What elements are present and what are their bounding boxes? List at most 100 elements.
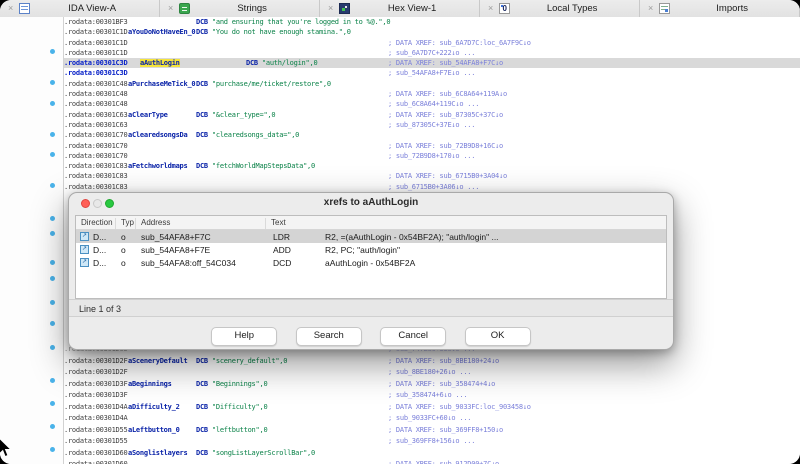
asm-line[interactable]: .rodata:00301D55; sub_369FF8+156↓o ... <box>64 436 800 448</box>
xref-direction-icon: ↗ <box>80 232 89 241</box>
asm-line[interactable]: .rodata:00301D2FaSceneryDefaultDCB"scene… <box>64 356 800 368</box>
asm-string: "fetchWorldMapStepsData",0 <box>212 162 315 170</box>
asm-line[interactable]: .rodata:00301C70aClearedsongsDaDCB"clear… <box>64 130 800 140</box>
asm-address: .rodata:00301C63 <box>64 120 128 130</box>
asm-line[interactable]: .rodata:00301D4A; sub_9033FC+60↓o ... <box>64 413 800 425</box>
asm-name[interactable]: aSceneryDefault <box>128 357 187 365</box>
asm-line[interactable]: .rodata:00301C63 ; sub_87305C+37E↓o ... <box>64 120 800 130</box>
xref-row[interactable]: ↗ D... o sub_54AFA8+F7C LDR R2, =(aAuthL… <box>76 230 666 243</box>
asm-xref-comment[interactable]: ; DATA XREF: sub_72B9D8+16C↓o <box>388 141 503 151</box>
asm-name[interactable]: aClearType <box>128 111 168 119</box>
asm-xref-comment[interactable]: ; sub_6C8A64+119C↓o ... <box>388 99 479 109</box>
asm-xref-comment[interactable]: ; sub_72B9D8+170↓o ... <box>388 151 475 161</box>
dialog-button[interactable]: Help <box>211 327 277 346</box>
asm-xref-comment[interactable]: ; DATA XREF: sub_358474+4↓o <box>388 379 495 391</box>
column-text[interactable]: Text <box>271 218 286 227</box>
asm-xref-comment[interactable]: ; DATA XREF: sub_9033FC:loc_903458↓o <box>388 402 531 414</box>
asm-line[interactable]: .rodata:00301C48; DATA XREF: sub_6C8A64+… <box>64 89 800 99</box>
column-divider[interactable] <box>115 218 116 229</box>
asm-line[interactable]: .rodata:00301C83; sub_6715B0+3A06↓o ... <box>64 182 800 192</box>
asm-xref-comment[interactable]: ; sub_54AFA8+F7E↓o ... <box>388 68 475 78</box>
tab[interactable]: × Imports <box>640 0 800 17</box>
asm-line[interactable]: .rodata:00301C48; sub_6C8A64+119C↓o ... <box>64 99 800 109</box>
tab-label: Imports <box>670 3 794 14</box>
asm-xref-comment[interactable]: ; DATA XREF: sub_912D00+7C↓o <box>388 459 499 464</box>
asm-xref-comment[interactable]: ; sub_8BE180+26↓o ... <box>388 367 471 379</box>
asm-string: "auth/login",0 <box>262 59 318 67</box>
asm-line[interactable]: .rodata:00301D2F; sub_8BE180+26↓o ... <box>64 367 800 379</box>
asm-line[interactable]: .rodata:00301C63aClearTypeDCB"&clear_typ… <box>64 110 800 120</box>
asm-line[interactable]: .rodata:00301C83aFetchworldmapsDCB"fetch… <box>64 161 800 171</box>
tab[interactable]: × Strings <box>160 0 320 17</box>
xref-address: sub_54AFA8+F7E <box>141 245 210 255</box>
asm-line[interactable]: .rodata:00301C1DaYouDoNotHaveEn_0DCB"You… <box>64 27 800 37</box>
dialog-button[interactable]: Search <box>296 327 362 346</box>
asm-line[interactable]: .rodata:00301C48aPurchaseMeTick_0DCB"pur… <box>64 79 800 89</box>
xref-marker-dot <box>50 49 55 54</box>
asm-name[interactable]: aAuthLogin <box>140 59 180 67</box>
zoom-traffic-button[interactable] <box>105 199 114 208</box>
asm-xref-comment[interactable]: ; sub_87305C+37E↓o ... <box>388 120 475 130</box>
asm-string: "scenery_default",0 <box>212 357 287 365</box>
asm-line[interactable]: .rodata:00301C70; DATA XREF: sub_72B9D8+… <box>64 141 800 151</box>
asm-line[interactable]: .rodata:00301D60aSonglistlayersDCB"songL… <box>64 448 800 460</box>
asm-name[interactable]: aBeginnings <box>128 380 172 388</box>
asm-line[interactable]: .rodata:00301D3F; sub_358474+6↓o ... <box>64 390 800 402</box>
column-type[interactable]: Typ <box>121 218 134 227</box>
asm-name[interactable]: aSonglistlayers <box>128 449 187 457</box>
asm-name[interactable]: aPurchaseMeTick_0 <box>128 80 195 88</box>
asm-xref-comment[interactable]: ; DATA XREF: sub_54AFA8+F7C↓o <box>388 58 503 68</box>
xref-operands: aAuthLogin - 0x54BF2A <box>325 258 415 268</box>
asm-address: .rodata:00301D3F <box>64 379 128 391</box>
xref-table-header[interactable]: Direction Typ Address Text <box>76 216 666 230</box>
asm-xref-comment[interactable]: ; sub_369FF8+156↓o ... <box>388 436 475 448</box>
asm-line[interactable]: .rodata:00301D60; DATA XREF: sub_912D00+… <box>64 459 800 464</box>
asm-line[interactable]: .rodata:00301C83; DATA XREF: sub_6715B0+… <box>64 171 800 181</box>
tab-close-icon[interactable]: × <box>488 4 493 13</box>
asm-xref-comment[interactable]: ; sub_9033FC+60↓o ... <box>388 413 471 425</box>
asm-line[interactable]: .rodata:00301BF3DCB"and ensuring that yo… <box>64 17 800 27</box>
asm-xref-comment[interactable]: ; sub_6715B0+3A06↓o ... <box>388 182 479 192</box>
asm-name[interactable]: aYouDoNotHaveEn_0 <box>128 28 195 36</box>
dialog-titlebar[interactable]: xrefs to aAuthLogin <box>69 193 673 214</box>
tab-label: IDA View-A <box>30 3 154 14</box>
xref-marker-dot <box>50 424 55 429</box>
tab-close-icon[interactable]: × <box>8 4 13 13</box>
asm-xref-comment[interactable]: ; DATA XREF: sub_369FF8+150↓o <box>388 425 503 437</box>
xref-row[interactable]: ↗ D... o sub_54AFA8:off_54C034 DCD aAuth… <box>76 256 666 269</box>
asm-line[interactable]: .rodata:00301D3FaBeginningsDCB"Beginning… <box>64 379 800 391</box>
tab[interactable]: × Hex View-1 <box>320 0 480 17</box>
asm-name[interactable]: aFetchworldmaps <box>128 162 187 170</box>
tab-close-icon[interactable]: × <box>168 4 173 13</box>
tab-close-icon[interactable]: × <box>648 4 653 13</box>
asm-xref-comment[interactable]: ; DATA XREF: sub_87305C+37C↓o <box>388 110 503 120</box>
asm-xref-comment[interactable]: ; DATA XREF: sub_8BE180+24↓o <box>388 356 499 368</box>
asm-xref-comment[interactable]: ; sub_6A7D7C+222↓o ... <box>388 48 475 58</box>
tab[interactable]: × IDA View-A <box>0 0 160 17</box>
asm-directive: DCB <box>196 403 208 411</box>
asm-line[interactable]: .rodata:00301D4AaDifficulty_2DCB"Difficu… <box>64 402 800 414</box>
asm-line[interactable]: .rodata:00301C1D; sub_6A7D7C+222↓o ... <box>64 48 800 58</box>
close-traffic-button[interactable] <box>81 199 90 208</box>
column-address[interactable]: Address <box>141 218 170 227</box>
dialog-button[interactable]: OK <box>465 327 531 346</box>
xref-row[interactable]: ↗ D... o sub_54AFA8+F7E ADD R2, PC; "aut… <box>76 243 666 256</box>
asm-line[interactable]: .rodata:00301C3DaAuthLoginDCB"auth/login… <box>64 58 800 68</box>
column-direction[interactable]: Direction <box>81 218 113 227</box>
asm-line[interactable]: .rodata:00301C3D; sub_54AFA8+F7E↓o ... <box>64 68 800 78</box>
tab-close-icon[interactable]: × <box>328 4 333 13</box>
tab[interactable]: × Local Types <box>480 0 640 17</box>
asm-line[interactable]: .rodata:00301C70; sub_72B9D8+170↓o ... <box>64 151 800 161</box>
asm-xref-comment[interactable]: ; sub_358474+6↓o ... <box>388 390 467 402</box>
asm-name[interactable]: aDifficulty_2 <box>128 403 180 411</box>
asm-name[interactable]: aClearedsongsDa <box>128 131 187 139</box>
asm-xref-comment[interactable]: ; DATA XREF: sub_6C8A64+119A↓o <box>388 89 507 99</box>
asm-xref-comment[interactable]: ; DATA XREF: sub_6A7D7C:loc_6A7F9C↓o <box>388 38 531 48</box>
asm-xref-comment[interactable]: ; DATA XREF: sub_6715B0+3A04↓o <box>388 171 507 181</box>
asm-line[interactable]: .rodata:00301C1D; DATA XREF: sub_6A7D7C:… <box>64 38 800 48</box>
asm-line[interactable]: .rodata:00301D55aLeftbutton_0DCB"leftbut… <box>64 425 800 437</box>
column-divider[interactable] <box>135 218 136 229</box>
dialog-button[interactable]: Cancel <box>380 327 446 346</box>
column-divider[interactable] <box>265 218 266 229</box>
asm-name[interactable]: aLeftbutton_0 <box>128 426 180 434</box>
